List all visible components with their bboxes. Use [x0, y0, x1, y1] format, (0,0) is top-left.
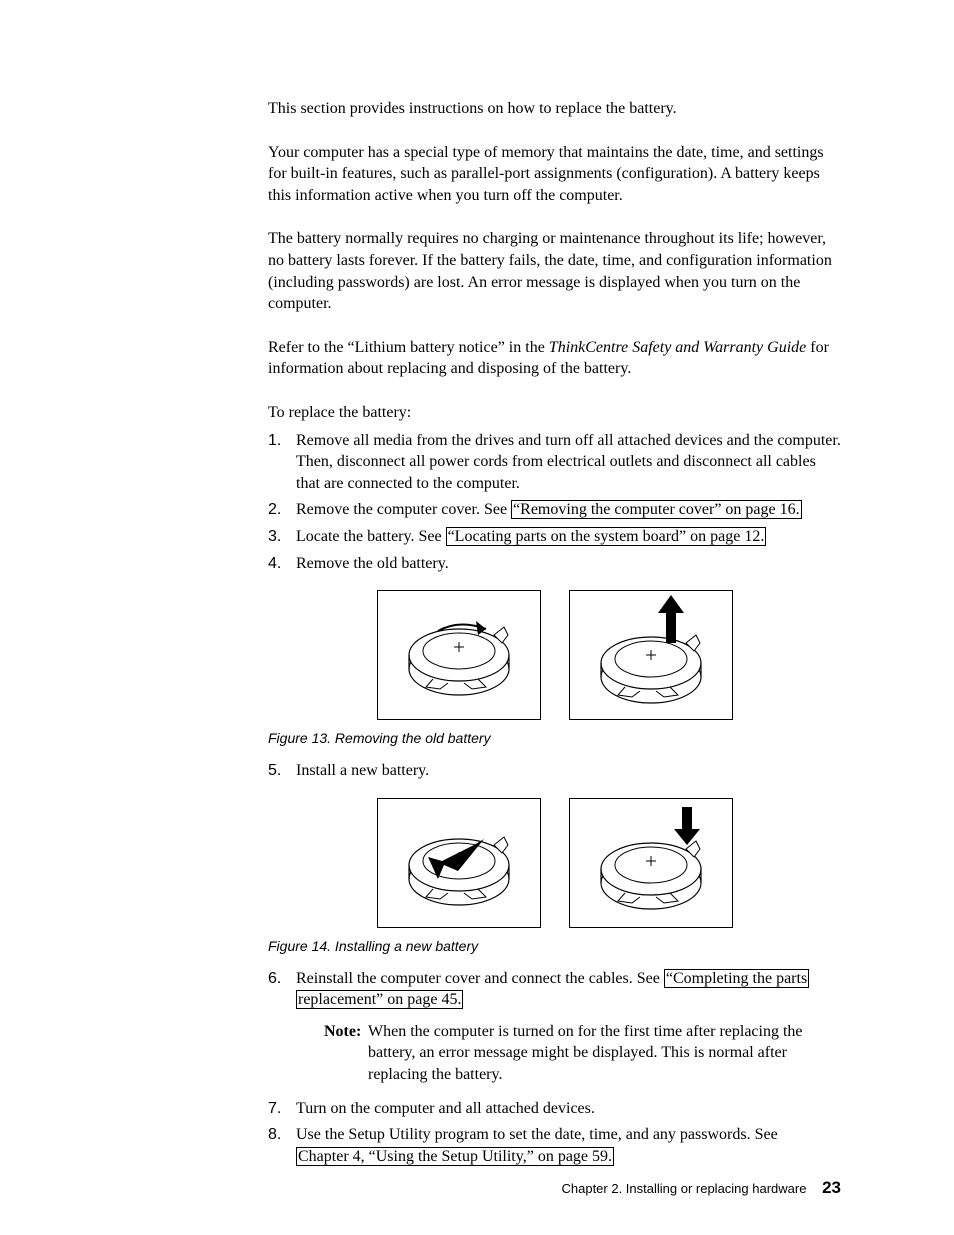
note-label: Note: — [324, 1021, 361, 1043]
figure-14-caption: Figure 14. Installing a new battery — [268, 938, 841, 954]
step-num: 6. — [268, 968, 281, 990]
step-pre: Use the Setup Utility program to set the… — [296, 1126, 778, 1143]
battery-remove-icon — [378, 591, 540, 719]
step-pre: Remove the computer cover. See — [296, 501, 511, 518]
list-intro: To replace the battery: — [268, 402, 841, 424]
figure-14-right — [569, 798, 733, 928]
para4-italic: ThinkCentre Safety and Warranty Guide — [549, 339, 806, 356]
paragraph-memory: Your computer has a special type of memo… — [268, 142, 841, 207]
step-text: Remove the old battery. — [296, 555, 449, 572]
figure-13-right — [569, 590, 733, 720]
figure-13-row — [268, 590, 841, 720]
step-num: 2. — [268, 499, 281, 521]
step-text: Install a new battery. — [296, 762, 429, 779]
step-8: 8. Use the Setup Utility program to set … — [268, 1124, 841, 1167]
step-num: 7. — [268, 1098, 281, 1120]
figure-14-left — [377, 798, 541, 928]
step-num: 1. — [268, 430, 281, 452]
paragraph-intro: This section provides instructions on ho… — [268, 98, 841, 120]
figure-13-left — [377, 590, 541, 720]
page-content: This section provides instructions on ho… — [0, 0, 954, 1167]
note-block: Note: When the computer is turned on for… — [324, 1021, 841, 1086]
paragraph-refer: Refer to the “Lithium battery notice” in… — [268, 337, 841, 380]
step-6: 6. Reinstall the computer cover and conn… — [268, 968, 841, 1086]
para4-pre: Refer to the “Lithium battery notice” in… — [268, 339, 549, 356]
page-footer: Chapter 2. Installing or replacing hardw… — [561, 1178, 841, 1198]
battery-insert-icon — [378, 799, 540, 927]
link-locating-parts[interactable]: “Locating parts on the system board” on … — [446, 527, 767, 546]
battery-lift-icon — [570, 591, 732, 719]
link-removing-cover[interactable]: “Removing the computer cover” on page 16… — [511, 500, 802, 519]
step-text: Remove all media from the drives and tur… — [296, 432, 841, 492]
step-4: 4. Remove the old battery. — [268, 553, 841, 575]
step-2: 2. Remove the computer cover. See “Remov… — [268, 499, 841, 521]
footer-page-number: 23 — [822, 1178, 841, 1197]
paragraph-battery-life: The battery normally requires no chargin… — [268, 228, 841, 314]
link-completing-parts-1[interactable]: “Completing the parts — [664, 969, 809, 988]
steps-list: 1. Remove all media from the drives and … — [268, 430, 841, 575]
step-pre: Locate the battery. See — [296, 528, 446, 545]
step-pre: Reinstall the computer cover and connect… — [296, 970, 664, 987]
figure-13-caption: Figure 13. Removing the old battery — [268, 730, 841, 746]
note-text: When the computer is turned on for the f… — [368, 1023, 803, 1083]
link-setup-utility[interactable]: Chapter 4, “Using the Setup Utility,” on… — [296, 1147, 614, 1166]
steps-list-5: 5. Install a new battery. — [268, 760, 841, 782]
step-1: 1. Remove all media from the drives and … — [268, 430, 841, 495]
step-num: 8. — [268, 1124, 281, 1146]
link-completing-parts-2[interactable]: replacement” on page 45. — [296, 990, 463, 1009]
battery-press-icon — [570, 799, 732, 927]
steps-list-6: 6. Reinstall the computer cover and conn… — [268, 968, 841, 1168]
step-3: 3. Locate the battery. See “Locating par… — [268, 526, 841, 548]
step-num: 3. — [268, 526, 281, 548]
step-5: 5. Install a new battery. — [268, 760, 841, 782]
step-num: 5. — [268, 760, 281, 782]
figure-14-row — [268, 798, 841, 928]
step-num: 4. — [268, 553, 281, 575]
step-text: Turn on the computer and all attached de… — [296, 1100, 595, 1117]
step-7: 7. Turn on the computer and all attached… — [268, 1098, 841, 1120]
footer-chapter: Chapter 2. Installing or replacing hardw… — [561, 1181, 806, 1196]
